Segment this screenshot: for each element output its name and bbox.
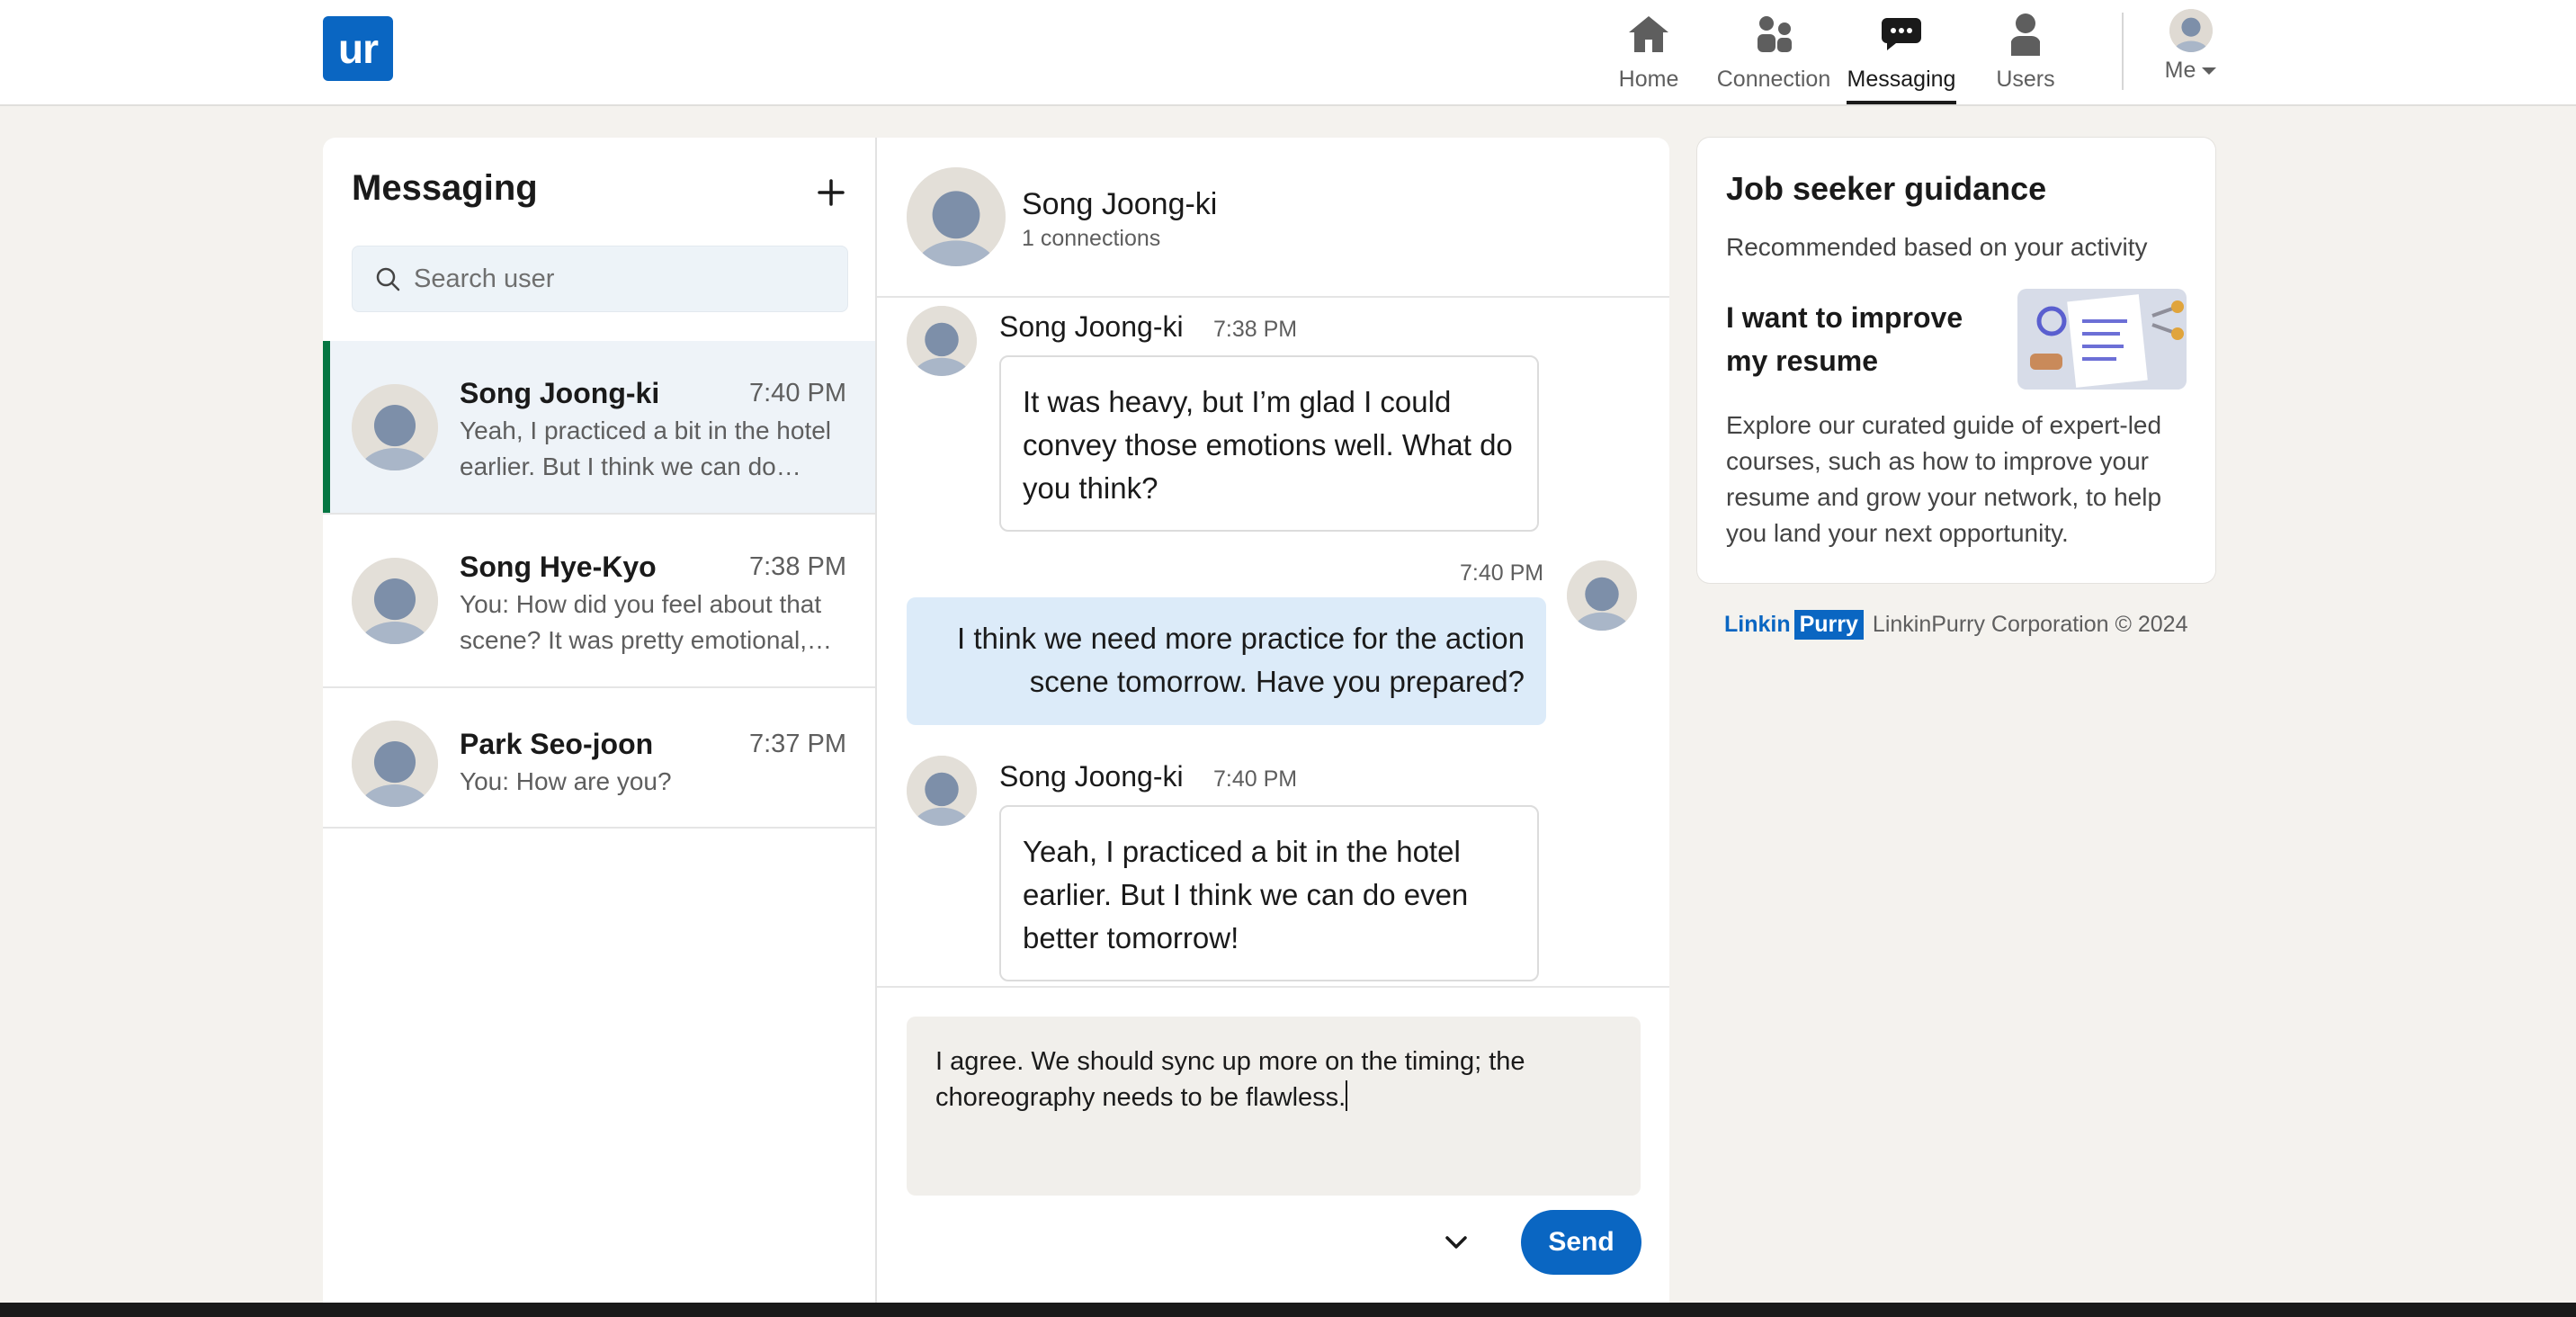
message-bubble: Yeah, I practiced a bit in the hotel ear… [999,805,1539,981]
chat-contact-name[interactable]: Song Joong-ki [1022,187,1217,222]
nav-home-label: Home [1618,67,1679,92]
person-icon [2000,9,2051,59]
nav-me-label: Me [2164,58,2196,83]
guidance-card: Job seeker guidance Recommended based on… [1697,138,2215,583]
conversation-time: 7:40 PM [749,379,846,408]
nav-connection-label: Connection [1716,67,1831,92]
conversation-preview: You: How are you? [460,767,672,795]
top-navigation-bar: ur Home Connection Messaging Users Me [0,0,2576,106]
page-title: Messaging [352,168,538,208]
guidance-headline[interactable]: I want to improve my resume [1726,296,1996,382]
guidance-subtitle: Recommended based on your activity [1726,233,2148,261]
nav-messaging-label: Messaging [1847,67,1956,92]
conversation-name: Song Hye-Kyo [460,551,657,583]
new-message-button[interactable] [809,170,854,215]
conversation-time: 7:38 PM [749,552,846,581]
conversation-list-panel: Messaging Search user Song Joong-ki 7:40… [323,138,877,1317]
search-input[interactable]: Search user [352,246,848,312]
people-icon [1749,9,1799,59]
text-caret [1346,1080,1348,1111]
composer-divider [877,986,1669,988]
guidance-body: Explore our curated guide of expert-led … [1726,411,2162,547]
plus-icon [818,179,845,206]
caret-down-icon [2202,67,2217,75]
message-sender: Song Joong-ki [999,310,1184,343]
chat-panel: Song Joong-ki 1 connections Song Joong-k… [877,138,1669,1317]
message-sender: Song Joong-ki [999,760,1184,793]
nav-home[interactable]: Home [1614,0,1683,104]
chat-contact-connections: 1 connections [1022,226,1161,251]
avatar[interactable] [907,167,1006,266]
avatar [352,558,438,644]
conversation-item[interactable]: Park Seo-joon 7:37 PM You: How are you? [323,688,875,829]
avatar [1567,560,1637,631]
app-logo[interactable]: ur [323,16,393,81]
window-bottom-edge [0,1303,2576,1317]
avatar [352,721,438,807]
chat-header: Song Joong-ki 1 connections [877,138,1669,298]
footer-copyright: LinkinPurry Corporation © 2024 [1872,612,2188,637]
send-button[interactable]: Send [1521,1210,1641,1275]
conversation-preview: You: How did you feel about that scene? … [460,590,832,654]
avatar [907,756,977,826]
message-textarea[interactable]: I agree. We should sync up more on the t… [907,1017,1641,1196]
conversation-time: 7:37 PM [749,730,846,758]
conversation-preview: Yeah, I practiced a bit in the hotel ear… [460,417,832,480]
footer: Linkin Purry LinkinPurry Corporation © 20… [1724,610,2187,640]
expand-options-button[interactable] [1438,1224,1474,1260]
message-textarea-value: I agree. We should sync up more on the t… [935,1047,1525,1112]
footer-logo-part2: Purry [1793,610,1864,640]
avatar [2169,9,2213,52]
nav-me-menu[interactable]: Me [2159,0,2223,104]
search-placeholder: Search user [414,264,555,293]
message-bubble: It was heavy, but I’m glad I could conve… [999,355,1539,532]
message-time: 7:40 PM [1460,560,1544,586]
search-icon [376,267,400,291]
nav-users-label: Users [1996,67,2055,92]
footer-logo-part1: Linkin [1724,612,1791,637]
avatar [907,306,977,376]
chat-bubble-icon [1876,9,1927,59]
guidance-title: Job seeker guidance [1726,170,2047,207]
nav-connection[interactable]: Connection [1714,0,1833,104]
chevron-down-icon [1445,1236,1467,1249]
home-icon [1623,9,1674,59]
message-bubble-outgoing: I think we need more practice for the ac… [907,597,1546,725]
nav-users[interactable]: Users [1990,0,2062,104]
conversation-name: Park Seo-joon [460,728,654,760]
conversation-item[interactable]: Song Hye-Kyo 7:38 PM You: How did you fe… [323,515,875,688]
conversation-name: Song Joong-ki [460,377,660,409]
avatar [352,384,438,470]
conversation-item[interactable]: Song Joong-ki 7:40 PM Yeah, I practiced … [323,341,875,515]
footer-logo: Linkin Purry [1724,610,1864,640]
nav-messaging[interactable]: Messaging [1847,0,1956,104]
message-time: 7:38 PM [1213,317,1298,342]
message-time: 7:40 PM [1213,766,1298,792]
resume-illustration [2017,289,2187,390]
nav-divider [2122,13,2124,90]
